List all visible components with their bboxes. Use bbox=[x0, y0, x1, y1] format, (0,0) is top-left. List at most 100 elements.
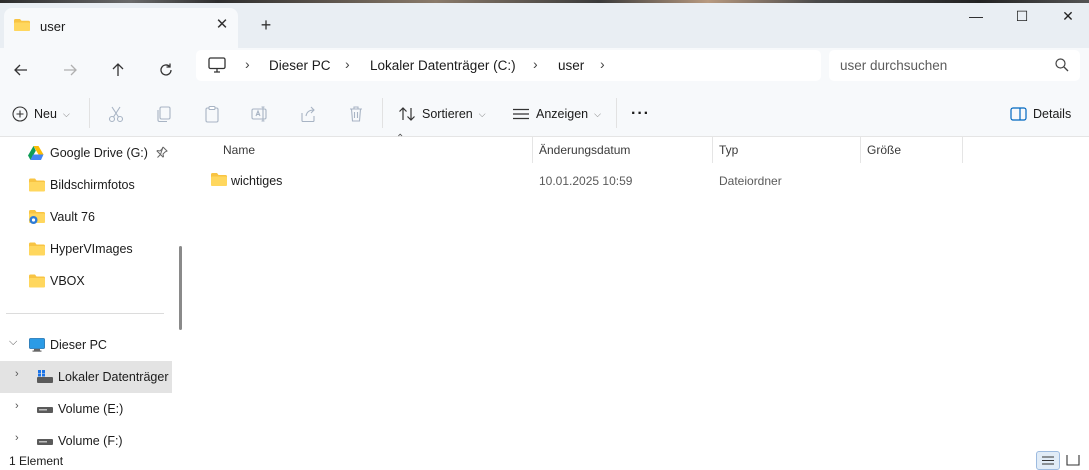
sidebar-item-label: HyperVImages bbox=[50, 242, 133, 256]
folder-icon bbox=[29, 178, 45, 192]
chevron-right-icon[interactable]: › bbox=[15, 400, 19, 412]
pin-icon bbox=[156, 146, 168, 158]
title-bar: user ✕ + — ☐ ✕ bbox=[0, 0, 1089, 48]
search-input[interactable]: user durchsuchen bbox=[829, 50, 1080, 81]
new-tab-button[interactable]: + bbox=[254, 14, 278, 38]
chevron-down-icon: ⌵ bbox=[62, 108, 70, 119]
file-list: ⌃ Name Änderungsdatum Typ Größe wichtige… bbox=[190, 133, 1089, 451]
folder-icon bbox=[211, 173, 227, 186]
column-header-label: Größe bbox=[867, 143, 902, 157]
sidebar-item-bildschirmfotos[interactable]: Bildschirmfotos bbox=[0, 169, 172, 201]
chevron-right-icon[interactable]: › bbox=[15, 368, 19, 380]
new-button[interactable]: Neu ⌵ bbox=[12, 102, 70, 126]
breadcrumb-drive-c[interactable]: Lokaler Datenträger (C:) bbox=[370, 58, 516, 73]
tab-user[interactable]: user ✕ bbox=[4, 8, 238, 48]
toolbar-divider bbox=[616, 98, 617, 128]
plus-circle-icon bbox=[12, 106, 28, 122]
search-icon bbox=[1055, 58, 1069, 72]
sidebar-scrollbar-thumb[interactable] bbox=[179, 246, 182, 330]
sidebar-item-label: Dieser PC bbox=[50, 338, 107, 352]
refresh-icon bbox=[160, 63, 172, 76]
sort-label: Sortieren bbox=[422, 107, 473, 121]
monitor-icon bbox=[208, 57, 226, 73]
sidebar-item-hypervimages[interactable]: HyperVImages bbox=[0, 233, 172, 265]
vault-folder-icon bbox=[29, 210, 45, 224]
arrow-up-icon bbox=[112, 63, 124, 76]
sidebar-item-label: Volume (E:) bbox=[58, 402, 124, 416]
rename-icon[interactable] bbox=[250, 104, 270, 124]
sort-button[interactable]: Sortieren ⌵ bbox=[398, 102, 486, 126]
file-modified: 10.01.2025 10:59 bbox=[539, 174, 633, 188]
copy-icon[interactable] bbox=[154, 104, 174, 124]
sidebar-item-google-drive[interactable]: Google Drive (G:) bbox=[0, 137, 172, 169]
tiles-view-button[interactable] bbox=[1062, 451, 1086, 470]
back-button[interactable] bbox=[6, 55, 36, 85]
desktop-background-strip bbox=[0, 0, 1089, 3]
sidebar-item-label: VBOX bbox=[50, 274, 85, 288]
breadcrumb-separator-icon: › bbox=[245, 56, 250, 72]
sidebar-item-volume-e[interactable]: › Volume (E:) bbox=[0, 393, 172, 425]
google-drive-icon bbox=[28, 146, 44, 160]
sidebar-item-label: Lokaler Datenträger (C:) bbox=[58, 370, 172, 384]
sidebar-item-vault-76[interactable]: Vault 76 bbox=[0, 201, 172, 233]
sidebar-item-drive-c[interactable]: › Lokaler Datenträger (C:) bbox=[0, 361, 172, 393]
breadcrumb-user[interactable]: user bbox=[558, 58, 584, 73]
sidebar-item-volume-f[interactable]: › Volume (F:) bbox=[0, 425, 172, 451]
breadcrumb-dieser-pc[interactable]: Dieser PC bbox=[269, 58, 331, 73]
paste-icon[interactable] bbox=[202, 104, 222, 124]
sidebar-item-label: Volume (F:) bbox=[58, 434, 123, 448]
sidebar-item-vbox[interactable]: VBOX bbox=[0, 265, 172, 297]
toolbar-divider bbox=[382, 98, 383, 128]
maximize-button[interactable]: ☐ bbox=[999, 4, 1045, 28]
item-count: 1 Element bbox=[9, 454, 64, 468]
column-header-label: Name bbox=[223, 143, 256, 157]
breadcrumb-separator-icon: › bbox=[600, 56, 605, 72]
folder-icon bbox=[14, 19, 30, 31]
chevron-down-icon: ⌵ bbox=[478, 108, 486, 119]
column-divider[interactable] bbox=[962, 137, 963, 163]
column-header-name[interactable]: ⌃ Name bbox=[217, 133, 533, 163]
folder-icon bbox=[29, 274, 45, 288]
share-icon[interactable] bbox=[298, 104, 318, 124]
details-view-button[interactable] bbox=[1036, 451, 1060, 470]
chevron-right-icon[interactable]: › bbox=[15, 432, 19, 444]
chevron-down-icon[interactable]: ⌵ bbox=[9, 336, 17, 349]
drive-icon bbox=[37, 407, 53, 413]
breadcrumb-separator-icon: › bbox=[345, 56, 350, 72]
forward-button[interactable] bbox=[55, 55, 85, 85]
column-header-type[interactable]: Typ bbox=[713, 137, 861, 163]
sidebar-item-dieser-pc[interactable]: ⌵ Dieser PC bbox=[0, 329, 172, 361]
sidebar-divider bbox=[6, 313, 164, 314]
sidebar-item-label: Bildschirmfotos bbox=[50, 178, 135, 192]
search-placeholder: user durchsuchen bbox=[840, 58, 948, 73]
arrow-right-icon bbox=[64, 64, 77, 76]
sort-ascending-icon: ⌃ bbox=[396, 133, 405, 144]
cut-icon[interactable] bbox=[106, 104, 126, 124]
details-pane-button[interactable]: Details bbox=[1010, 102, 1071, 126]
more-options-button[interactable]: ··· bbox=[631, 102, 650, 126]
close-tab-button[interactable]: ✕ bbox=[212, 15, 232, 35]
breadcrumb-separator-icon: › bbox=[533, 56, 538, 72]
column-header-label: Änderungsdatum bbox=[539, 143, 631, 157]
tab-title: user bbox=[40, 19, 66, 34]
command-bar: Neu ⌵ Sortieren ⌵ Anzeigen ⌵ ··· Details bbox=[0, 90, 1089, 137]
refresh-button[interactable] bbox=[151, 55, 181, 85]
drive-icon bbox=[37, 439, 53, 445]
column-header-size[interactable]: Größe bbox=[861, 137, 963, 163]
minimize-button[interactable]: — bbox=[953, 4, 999, 28]
toolbar-divider bbox=[89, 98, 90, 128]
delete-icon[interactable] bbox=[346, 104, 366, 124]
table-row[interactable]: wichtiges 10.01.2025 10:59 Dateiordner bbox=[204, 169, 1064, 193]
up-button[interactable] bbox=[103, 55, 133, 85]
view-label: Anzeigen bbox=[536, 107, 589, 121]
close-window-button[interactable]: ✕ bbox=[1045, 4, 1089, 28]
details-view-icon bbox=[1042, 456, 1054, 465]
details-label: Details bbox=[1033, 107, 1072, 121]
column-header-modified[interactable]: Änderungsdatum bbox=[533, 137, 713, 163]
view-button[interactable]: Anzeigen ⌵ bbox=[512, 102, 601, 126]
details-pane-icon bbox=[1010, 107, 1027, 121]
drive-icon bbox=[37, 370, 53, 383]
sidebar-item-label: Google Drive (G:) bbox=[50, 146, 148, 160]
address-bar[interactable]: › Dieser PC › Lokaler Datenträger (C:) ›… bbox=[196, 50, 821, 81]
status-bar: 1 Element bbox=[0, 451, 1089, 470]
